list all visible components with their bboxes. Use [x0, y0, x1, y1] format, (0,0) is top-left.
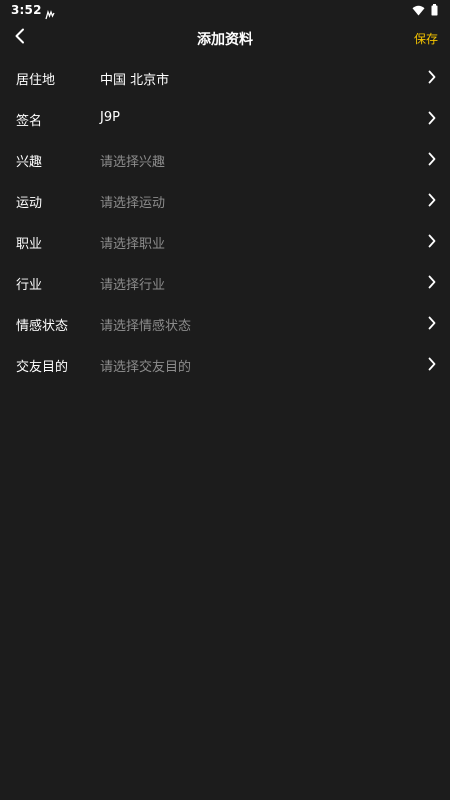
- interests-value: 请选择兴趣: [100, 155, 166, 170]
- relationship-status-value: 请选择情感状态: [100, 319, 192, 334]
- profile-field-list: 居住地 中国 北京市 签名 J9P 兴趣 请选择兴趣 运动 请选择运动 职业 请…: [0, 56, 450, 384]
- signature-label: 签名: [16, 114, 43, 129]
- interests-label: 兴趣: [16, 155, 43, 170]
- notification-icon: [45, 5, 55, 20]
- row-occupation[interactable]: 职业 请选择职业: [0, 220, 450, 261]
- chevron-right-icon: [427, 151, 437, 166]
- battery-icon: [431, 1, 438, 20]
- row-interests[interactable]: 兴趣 请选择兴趣: [0, 138, 450, 179]
- occupation-value: 请选择职业: [100, 237, 166, 252]
- relationship-status-label: 情感状态: [16, 319, 69, 334]
- chevron-right-icon: [427, 274, 437, 289]
- industry-label: 行业: [16, 278, 43, 293]
- chevron-right-icon: [427, 110, 437, 125]
- chevron-right-icon: [427, 315, 437, 330]
- save-button[interactable]: 保存: [414, 30, 438, 47]
- status-icons: [412, 3, 438, 16]
- chevron-right-icon: [427, 356, 437, 371]
- sports-label: 运动: [16, 196, 43, 211]
- sports-value: 请选择运动: [100, 196, 166, 211]
- signature-value: J9P: [100, 110, 120, 125]
- row-dating-purpose[interactable]: 交友目的 请选择交友目的: [0, 343, 450, 384]
- status-bar: 3:52: [0, 0, 450, 20]
- residence-value: 中国 北京市: [100, 73, 170, 88]
- wifi-icon: [412, 1, 425, 20]
- chevron-right-icon: [427, 233, 437, 248]
- dating-purpose-value: 请选择交友目的: [100, 360, 192, 375]
- residence-label: 居住地: [16, 73, 56, 88]
- dating-purpose-label: 交友目的: [16, 360, 69, 375]
- page-title: 添加资料: [197, 32, 253, 48]
- row-residence[interactable]: 居住地 中国 北京市: [0, 56, 450, 97]
- row-relationship-status[interactable]: 情感状态 请选择情感状态: [0, 302, 450, 343]
- chevron-right-icon: [427, 192, 437, 207]
- industry-value: 请选择行业: [100, 278, 166, 293]
- app-bar: 添加资料 保存: [0, 20, 450, 58]
- row-industry[interactable]: 行业 请选择行业: [0, 261, 450, 302]
- row-signature[interactable]: 签名 J9P: [0, 97, 450, 138]
- status-time: 3:52: [11, 3, 42, 17]
- occupation-label: 职业: [16, 237, 43, 252]
- chevron-right-icon: [427, 69, 437, 84]
- row-sports[interactable]: 运动 请选择运动: [0, 179, 450, 220]
